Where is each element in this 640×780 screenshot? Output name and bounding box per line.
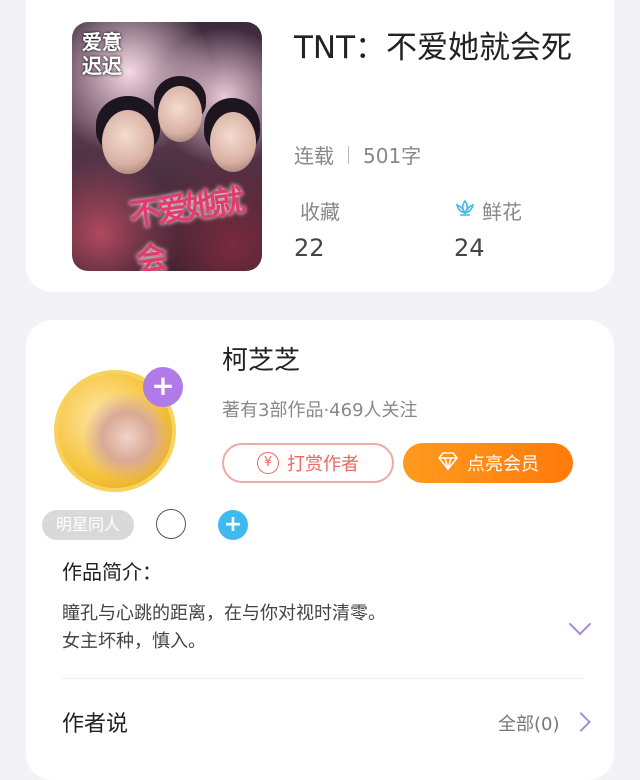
book-title: TNT：不爱她就会死: [294, 30, 573, 66]
add-tag-button[interactable]: +: [218, 510, 248, 540]
follow-author-button[interactable]: +: [143, 367, 183, 407]
flowers-stat[interactable]: 鲜花: [454, 196, 522, 225]
book-word-count: 501字: [363, 144, 422, 168]
book-status: 连载: [294, 144, 334, 168]
author-stats: 著有3部作品·469人关注: [222, 400, 418, 421]
cover-corner-title: 爱意 迟迟: [82, 30, 122, 78]
reward-author-label: 打赏作者: [287, 454, 359, 475]
chevron-down-icon[interactable]: [568, 612, 592, 636]
author-says-heading: 作者说: [62, 712, 129, 737]
circle-icon[interactable]: [156, 509, 186, 539]
cover-figure-face-center: [158, 86, 202, 142]
intro-text: 瞳孔与心跳的距离，在与你对视时清零。 女主坏种，慎入。: [62, 600, 386, 656]
author-name[interactable]: 柯芝芝: [222, 340, 300, 377]
flower-icon: [454, 197, 476, 224]
flowers-label: 鲜花: [482, 200, 522, 224]
diamond-icon: [437, 451, 459, 475]
cover-figure-face-left: [102, 110, 154, 174]
category-tag[interactable]: 明星同人: [42, 510, 135, 540]
favorites-value: 22: [294, 234, 325, 262]
book-cover-image[interactable]: 爱意 迟迟 不爱她就会: [72, 22, 262, 271]
activate-vip-label: 点亮会员: [467, 454, 539, 475]
chevron-right-icon[interactable]: [571, 712, 591, 732]
divider: [62, 678, 584, 679]
intro-heading: 作品简介：: [62, 560, 162, 584]
cover-figure-face-right: [210, 112, 256, 172]
meta-divider: [348, 145, 349, 164]
book-meta: 连载 501字: [294, 140, 421, 169]
reward-author-button[interactable]: ¥ 打赏作者: [222, 443, 394, 483]
activate-vip-button[interactable]: 点亮会员: [403, 443, 573, 483]
intro-line-2: 女主坏种，慎入。: [62, 631, 206, 652]
intro-line-1: 瞳孔与心跳的距离，在与你对视时清零。: [62, 603, 386, 624]
author-says-all-link[interactable]: 全部(0): [498, 710, 560, 736]
yen-icon: ¥: [257, 452, 279, 474]
flowers-value: 24: [454, 234, 485, 262]
cover-main-title: 不爱她就会: [127, 181, 244, 271]
book-info-card: 爱意 迟迟 不爱她就会 TNT：不爱她就会死 连载 501字 收藏 22 鲜花 …: [26, 0, 614, 292]
author-info-card: + 柯芝芝 著有3部作品·469人关注 ¥ 打赏作者 点亮会员 明星同人 + 作…: [26, 320, 614, 780]
favorites-label[interactable]: 收藏: [300, 196, 340, 225]
